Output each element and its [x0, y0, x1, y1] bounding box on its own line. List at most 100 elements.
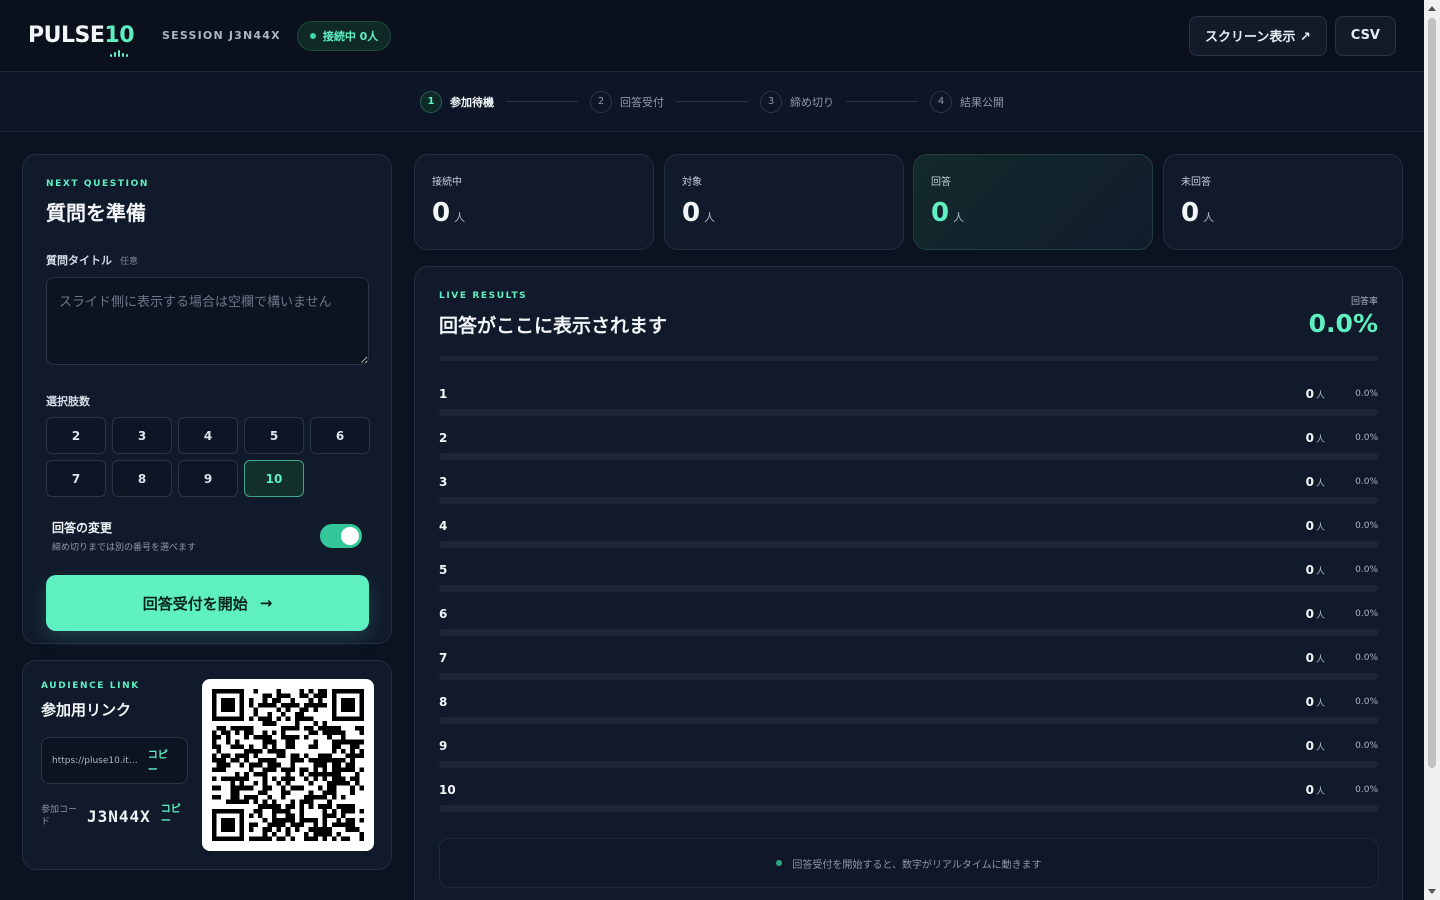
result-bar: [439, 673, 1378, 680]
app-header: PULSE10 SESSION J3N44X 接続中 0人 スクリーン表示 ↗ …: [0, 0, 1424, 72]
response-rate: 回答率 0.0%: [1309, 294, 1378, 338]
result-count-value: 0: [1305, 387, 1314, 401]
result-row: 4 0 人 0.0%: [439, 517, 1378, 561]
app-logo: PULSE10: [28, 23, 135, 57]
result-option-label: 10: [439, 783, 456, 797]
choice-count-10[interactable]: 10: [244, 460, 304, 497]
result-percent: 0.0%: [1355, 785, 1378, 795]
stat-label: 対象: [682, 177, 702, 188]
status-dot-icon: [309, 32, 316, 39]
result-count-unit: 人: [1315, 743, 1325, 753]
step-label: 回答受付: [620, 95, 664, 109]
result-bar: [439, 453, 1378, 460]
result-count: 0人: [1306, 475, 1325, 489]
start-button-label: 回答受付を開始: [142, 594, 248, 613]
csv-button[interactable]: CSV: [1334, 15, 1396, 56]
step-accepting: 2 回答受付: [590, 90, 664, 113]
result-row: 9 0 人 0.0%: [439, 737, 1378, 781]
step-published: 4 結果公開: [930, 90, 1004, 113]
choice-count-3[interactable]: 3: [112, 417, 172, 454]
connection-badge: 接続中 0人: [296, 20, 392, 51]
live-results-card: LIVE RESULTS 回答がここに表示されます 回答率 0.0% 1 0 人 0.…: [414, 266, 1403, 900]
answer-change-toggle[interactable]: [320, 524, 362, 548]
result-bar: [439, 629, 1378, 636]
result-count: 0人: [1306, 563, 1325, 577]
result-row: 6 0 人 0.0%: [439, 605, 1378, 649]
result-count-value: 0: [1305, 563, 1314, 577]
result-count: 0人: [1306, 431, 1325, 445]
audience-link-box: https://pluse10.ittr… コピー: [41, 737, 188, 784]
choice-count-5[interactable]: 5: [244, 417, 304, 454]
step-number: 3: [760, 90, 782, 113]
step-label: 参加待機: [450, 95, 494, 109]
step-connector: [846, 101, 918, 102]
stat-unit: 人: [953, 211, 965, 224]
result-count-unit: 人: [1315, 479, 1325, 489]
status-dot-icon: [776, 860, 783, 866]
result-count-value: 0: [1305, 651, 1314, 665]
result-count: 0人: [1306, 783, 1325, 797]
result-row: 8 0 人 0.0%: [439, 693, 1378, 737]
result-percent: 0.0%: [1355, 521, 1378, 531]
result-count-unit: 人: [1315, 435, 1325, 445]
stat-value: 0: [682, 198, 701, 228]
stat-value: 0: [1181, 198, 1200, 228]
result-count-unit: 人: [1315, 787, 1325, 797]
result-count: 0人: [1306, 651, 1325, 665]
stat-label: 接続中: [432, 177, 462, 188]
result-count-unit: 人: [1315, 391, 1325, 401]
result-percent: 0.0%: [1355, 565, 1378, 575]
step-waiting: 1 参加待機: [420, 90, 494, 113]
result-bar: [439, 409, 1378, 416]
result-count-unit: 人: [1315, 567, 1325, 577]
result-option-label: 6: [439, 607, 448, 621]
result-count: 0人: [1306, 519, 1325, 533]
result-option-label: 4: [439, 519, 448, 533]
choice-count-4[interactable]: 4: [178, 417, 238, 454]
stat-unit: 人: [454, 211, 466, 224]
session-id: SESSION J3N44X: [162, 29, 281, 42]
copy-code-button[interactable]: コピー: [161, 804, 181, 828]
result-option-label: 8: [439, 695, 448, 709]
result-count-unit: 人: [1315, 655, 1325, 665]
answer-change-setting: 回答の変更 締め切りまでは別の番号を選べます: [46, 519, 368, 553]
toggle-title: 回答の変更: [52, 521, 113, 535]
result-row: 2 0 人 0.0%: [439, 429, 1378, 473]
step-number: 4: [930, 90, 952, 113]
qr-code-icon: [202, 679, 374, 851]
result-count-unit: 人: [1315, 611, 1325, 621]
scrollbar-thumb[interactable]: [1428, 18, 1436, 768]
response-rate-label: 回答率: [1350, 297, 1378, 307]
result-row: 7 0 人 0.0%: [439, 649, 1378, 693]
result-count: 0人: [1306, 739, 1325, 753]
choice-count-2[interactable]: 2: [46, 417, 106, 454]
choice-count-9[interactable]: 9: [178, 460, 238, 497]
question-heading: 質問を準備: [46, 201, 146, 225]
result-count-value: 0: [1305, 607, 1314, 621]
question-title-input[interactable]: [46, 277, 369, 365]
result-count-value: 0: [1305, 739, 1314, 753]
start-accepting-button[interactable]: 回答受付を開始 →: [46, 575, 369, 631]
result-percent: 0.0%: [1355, 609, 1378, 619]
choice-count-6[interactable]: 6: [310, 417, 370, 454]
choice-count-8[interactable]: 8: [112, 460, 172, 497]
choice-count-7[interactable]: 7: [46, 460, 106, 497]
choices-count-label: 選択肢数: [46, 395, 90, 408]
scroll-up-icon[interactable]: [1428, 6, 1436, 11]
scroll-down-icon[interactable]: [1428, 889, 1436, 894]
result-row: 3 0 人 0.0%: [439, 473, 1378, 517]
page-scrollbar[interactable]: [1424, 0, 1440, 900]
result-count: 0人: [1306, 695, 1325, 709]
choices-count-grid: 2 3 4 5 6 7 8 9 10: [46, 417, 370, 497]
screen-display-button[interactable]: スクリーン表示 ↗: [1189, 15, 1327, 56]
logo-number: 10: [104, 23, 135, 48]
result-count-value: 0: [1305, 431, 1314, 445]
stat-unanswered: 未回答 0人: [1163, 154, 1403, 250]
copy-link-button[interactable]: コピー: [148, 746, 177, 776]
stat-answered: 回答 0人: [913, 154, 1153, 250]
result-percent: 0.0%: [1355, 389, 1378, 399]
result-count-value: 0: [1305, 695, 1314, 709]
logo-wave-icon: [110, 50, 128, 57]
toggle-knob: [341, 527, 359, 545]
step-closed: 3 締め切り: [760, 90, 834, 113]
